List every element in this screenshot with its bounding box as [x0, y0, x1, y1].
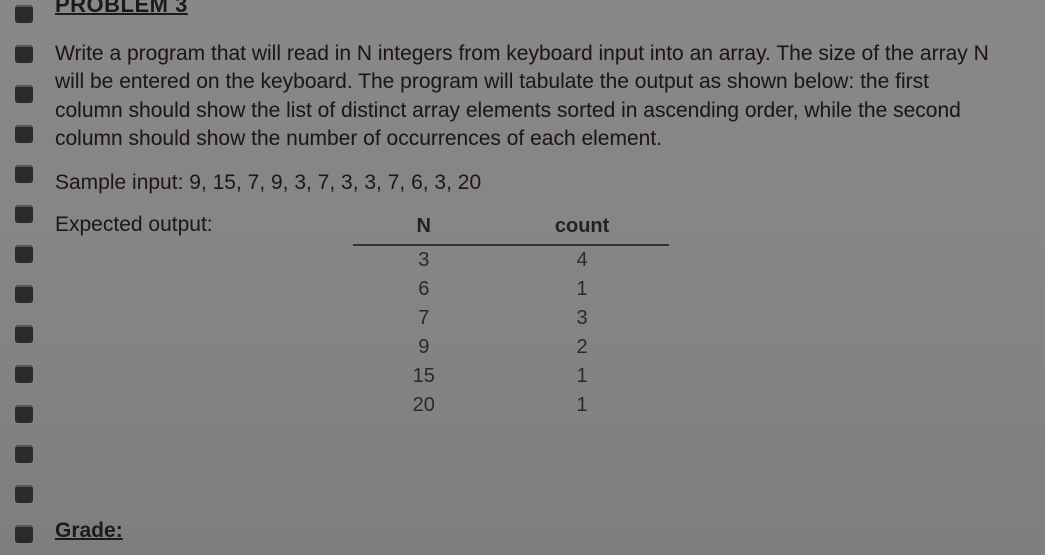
spiral-hole [15, 245, 33, 263]
spiral-hole [15, 285, 33, 303]
table-row: 9 2 [353, 333, 670, 362]
table-cell-count: 3 [495, 304, 669, 333]
table-row: 15 1 [353, 362, 670, 391]
spiral-hole [15, 405, 33, 423]
table-cell-n: 9 [353, 333, 495, 362]
table-header-count: count [495, 211, 669, 245]
spiral-hole [15, 85, 33, 103]
spiral-hole [15, 5, 33, 23]
spiral-hole [15, 125, 33, 143]
spiral-hole [15, 325, 33, 343]
table-header-n: N [353, 211, 495, 245]
sample-input-line: Sample input: 9, 15, 7, 9, 3, 7, 3, 3, 7… [55, 171, 1000, 195]
table-cell-count: 1 [495, 391, 669, 420]
table-row: 6 1 [353, 275, 670, 304]
table-row: 20 1 [353, 391, 670, 420]
spiral-hole [15, 165, 33, 183]
spiral-hole [15, 365, 33, 383]
table-cell-count: 1 [495, 362, 669, 391]
spiral-hole [15, 45, 33, 63]
table-cell-n: 20 [353, 391, 495, 420]
table-row: 3 4 [353, 245, 670, 275]
table-cell-count: 4 [495, 245, 669, 275]
output-table: N count 3 4 6 1 7 3 9 2 [353, 211, 670, 420]
table-cell-n: 3 [353, 245, 495, 275]
sample-input-values: 9, 15, 7, 9, 3, 7, 3, 3, 7, 6, 3, 20 [189, 171, 481, 194]
spiral-binding [15, 0, 40, 555]
expected-output-section: Expected output: N count 3 4 6 1 7 [55, 211, 1000, 420]
problem-header: PROBLEM 3 [55, 0, 1000, 18]
table-cell-n: 15 [353, 362, 495, 391]
spiral-hole [15, 205, 33, 223]
table-cell-count: 2 [495, 333, 669, 362]
table-cell-n: 7 [353, 304, 495, 333]
expected-output-label: Expected output: [55, 211, 213, 237]
table-row: 7 3 [353, 304, 670, 333]
document-page: PROBLEM 3 Write a program that will read… [0, 0, 1045, 555]
table-cell-n: 6 [353, 275, 495, 304]
spiral-hole [15, 445, 33, 463]
sample-input-label: Sample input: [55, 171, 183, 194]
table-cell-count: 1 [495, 275, 669, 304]
spiral-hole [15, 525, 33, 543]
spiral-hole [15, 485, 33, 503]
grade-label: Grade: [55, 519, 123, 543]
table-header-row: N count [353, 211, 670, 245]
problem-description: Write a program that will read in N inte… [55, 40, 1000, 153]
